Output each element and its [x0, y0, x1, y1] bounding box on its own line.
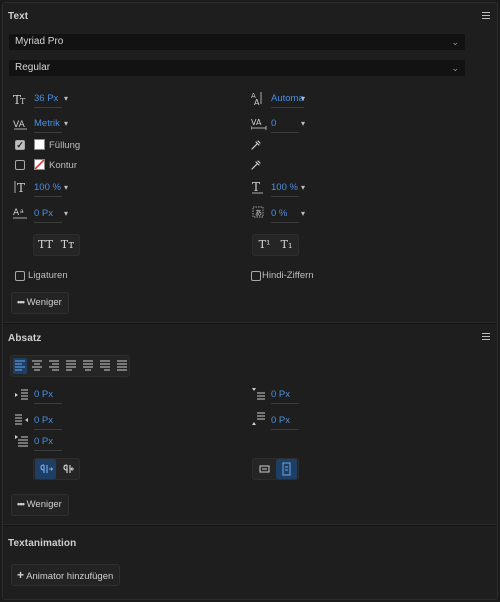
- indent-left-icon: [14, 388, 30, 405]
- fill-checkbox[interactable]: ✓: [15, 140, 25, 150]
- kerning-icon: VA: [13, 117, 29, 134]
- justify-last-right-icon[interactable]: [98, 358, 112, 374]
- plus-icon: +: [17, 568, 25, 582]
- script-button-group: T¹ T₁: [252, 234, 299, 256]
- svg-text:T: T: [20, 97, 26, 106]
- svg-text:T: T: [252, 180, 260, 194]
- tracking-dropdown-icon[interactable]: ▾: [301, 117, 305, 131]
- ligatures-label: Ligaturen: [28, 270, 68, 281]
- font-size-icon: TT: [13, 92, 27, 110]
- first-line-indent-icon: [14, 434, 30, 451]
- space-after-value[interactable]: 0 Px: [271, 414, 299, 430]
- svg-text:a: a: [20, 208, 24, 215]
- tsume-icon: あ: [251, 205, 267, 222]
- paragraph-panel-menu-icon[interactable]: [482, 333, 490, 340]
- hindi-digits-checkbox[interactable]: [251, 271, 261, 281]
- text-panel-menu-icon[interactable]: [482, 12, 490, 19]
- subscript-button[interactable]: T₁: [276, 235, 297, 255]
- font-style-dropdown[interactable]: Regular ⌄: [8, 59, 466, 77]
- fill-eyedropper-icon[interactable]: [250, 139, 262, 154]
- stroke-eyedropper-icon[interactable]: [250, 159, 262, 174]
- horizontal-scale-dropdown-icon[interactable]: ▾: [301, 181, 305, 195]
- composer-group: [252, 458, 299, 480]
- text-less-button[interactable]: ••• Weniger: [11, 292, 69, 314]
- kerning-dropdown-icon[interactable]: ▾: [64, 117, 68, 131]
- svg-text:あ: あ: [255, 209, 262, 217]
- leading-dropdown-icon[interactable]: ▾: [301, 92, 305, 106]
- vertical-scale-dropdown-icon[interactable]: ▾: [64, 181, 68, 195]
- align-right-icon[interactable]: [47, 358, 61, 374]
- add-animator-button[interactable]: + Animator hinzufügen: [11, 564, 121, 586]
- font-family-dropdown[interactable]: Myriad Pro ⌄: [8, 33, 466, 51]
- ligatures-checkbox[interactable]: [15, 271, 25, 281]
- section-divider: [4, 322, 496, 324]
- chevron-down-icon: ⌄: [451, 37, 459, 47]
- tsume-value[interactable]: 0 %: [271, 207, 299, 223]
- paragraph-less-button[interactable]: ••• Weniger: [11, 494, 69, 516]
- right-to-left-icon[interactable]: [57, 459, 78, 479]
- single-line-composer-icon[interactable]: [254, 459, 275, 479]
- svg-text:VA: VA: [251, 118, 262, 127]
- stroke-checkbox[interactable]: [15, 160, 25, 170]
- stroke-color-swatch[interactable]: [34, 159, 45, 170]
- space-before-icon: [251, 387, 267, 404]
- svg-text:VA: VA: [13, 120, 26, 130]
- font-style-value: Regular: [15, 62, 51, 73]
- add-animator-label: Animator hinzufügen: [26, 571, 114, 582]
- paragraph-less-label: Weniger: [26, 499, 62, 510]
- stroke-label: Kontur: [49, 160, 77, 171]
- text-direction-group: [33, 458, 80, 480]
- fill-label: Füllung: [49, 140, 81, 151]
- all-caps-button[interactable]: TT: [35, 235, 56, 255]
- superscript-button[interactable]: T¹: [254, 235, 275, 255]
- baseline-shift-dropdown-icon[interactable]: ▾: [64, 207, 68, 221]
- tsume-dropdown-icon[interactable]: ▾: [301, 207, 305, 221]
- leading-icon: AA: [251, 90, 265, 109]
- horizontal-scale-icon: T: [251, 180, 267, 197]
- indent-left-value[interactable]: 0 Px: [34, 388, 62, 404]
- vertical-scale-icon: T: [13, 180, 29, 197]
- justify-last-left-icon[interactable]: [64, 358, 78, 374]
- leading-value[interactable]: Automatic: [271, 92, 304, 108]
- text-animation-section-title: Textanimation: [8, 538, 77, 549]
- baseline-shift-icon: Aa: [13, 206, 29, 223]
- font-family-value: Myriad Pro: [15, 36, 64, 47]
- every-line-composer-icon[interactable]: [276, 459, 297, 479]
- kerning-value[interactable]: Metrik: [34, 117, 62, 133]
- svg-text:A: A: [13, 208, 20, 218]
- indent-right-value[interactable]: 0 Px: [34, 414, 62, 430]
- hindi-digits-label: Hindi-Ziffern: [262, 270, 314, 281]
- space-before-value[interactable]: 0 Px: [271, 388, 299, 404]
- first-line-indent-value[interactable]: 0 Px: [34, 435, 62, 451]
- tracking-value[interactable]: 0: [271, 117, 299, 133]
- horizontal-scale-value[interactable]: 100 %: [271, 181, 299, 197]
- more-dots-icon: •••: [17, 499, 25, 510]
- vertical-scale-value[interactable]: 100 %: [34, 181, 62, 197]
- text-less-label: Weniger: [26, 297, 62, 308]
- indent-right-icon: [14, 413, 30, 430]
- font-size-dropdown-icon[interactable]: ▾: [64, 92, 68, 106]
- font-size-value[interactable]: 36 Px: [34, 92, 62, 108]
- space-after-icon: [251, 412, 267, 429]
- caps-button-group: TT Tт: [33, 234, 80, 256]
- align-left-icon[interactable]: [13, 358, 27, 374]
- fill-color-swatch[interactable]: [34, 139, 45, 150]
- paragraph-section-title: Absatz: [8, 333, 42, 344]
- justify-all-icon[interactable]: [115, 358, 129, 374]
- svg-text:T: T: [17, 181, 25, 194]
- more-dots-icon: •••: [17, 297, 25, 308]
- baseline-shift-value[interactable]: 0 Px: [34, 207, 62, 223]
- properties-panel: [2, 2, 498, 600]
- align-center-icon[interactable]: [30, 358, 44, 374]
- text-section-title: Text: [8, 11, 29, 22]
- justify-last-center-icon[interactable]: [81, 358, 95, 374]
- svg-text:A: A: [254, 98, 260, 106]
- chevron-down-icon: ⌄: [451, 63, 459, 73]
- left-to-right-icon[interactable]: [35, 459, 56, 479]
- section-divider: [4, 524, 496, 526]
- tracking-icon: VA: [250, 116, 267, 133]
- small-caps-button[interactable]: Tт: [57, 235, 78, 255]
